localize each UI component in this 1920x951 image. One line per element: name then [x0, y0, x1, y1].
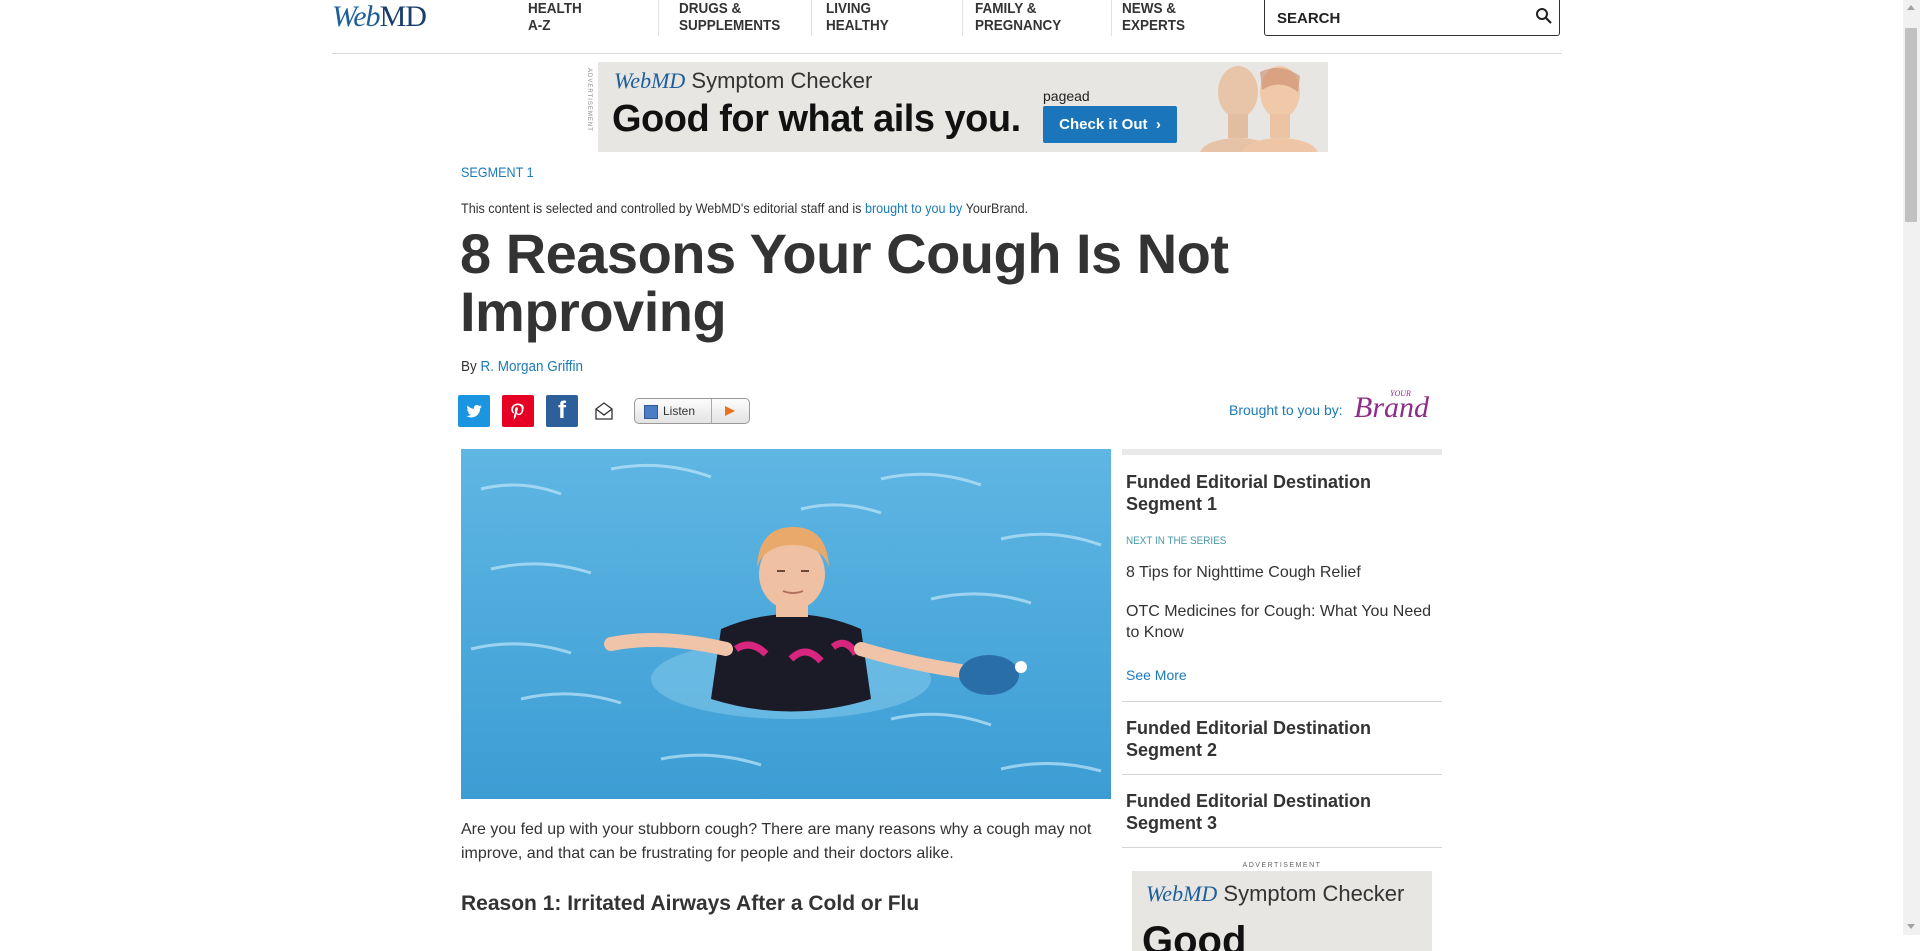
reason-1-heading: Reason 1: Irritated Airways After a Cold…: [461, 892, 920, 915]
listen-button[interactable]: Listen: [634, 398, 750, 424]
divider: [1122, 847, 1442, 848]
sidebar-segment-1[interactable]: Funded Editorial Destination Segment 1: [1126, 471, 1438, 515]
twitter-share-button[interactable]: [458, 395, 490, 427]
see-more-link[interactable]: See More: [1126, 667, 1187, 683]
sidebar-top-bar: [1122, 449, 1442, 455]
search-icon[interactable]: [1535, 7, 1553, 25]
nav-drugs-supplements[interactable]: DRUGS & SUPPLEMENTS: [679, 0, 780, 34]
ad-pagead-text: pagead: [1043, 88, 1090, 104]
sidebar-ad[interactable]: WebMD Symptom Checker Good: [1132, 871, 1432, 951]
search-input[interactable]: [1275, 5, 1519, 31]
article-title: 8 Reasons Your Cough Is Not Improving: [460, 222, 1229, 343]
ad-cta-button[interactable]: Check it Out ›: [1043, 106, 1177, 143]
play-icon: [725, 406, 735, 416]
sidebar-ad-label: ADVERTISEMENT: [1242, 862, 1322, 869]
pinterest-icon: [511, 403, 524, 420]
nav-living-healthy[interactable]: LIVING HEALTHY: [826, 0, 889, 34]
email-icon[interactable]: [594, 402, 614, 420]
nav-family-pregnancy[interactable]: FAMILY & PREGNANCY: [975, 0, 1061, 34]
twitter-icon: [466, 404, 482, 418]
search-box: [1264, 0, 1560, 36]
series-link[interactable]: 8 Tips for Nighttime Cough Relief: [1126, 562, 1438, 583]
byline: By R. Morgan Griffin: [461, 358, 584, 375]
nav-health-a-z[interactable]: HEALTH A-Z: [528, 0, 582, 34]
sponsor-disclaimer: This content is selected and controlled …: [461, 200, 1029, 216]
ad-heads-image: [1200, 66, 1318, 152]
facebook-share-button[interactable]: f: [546, 395, 578, 427]
article-intro: Are you fed up with your stubborn cough?…: [461, 821, 1092, 862]
series-link[interactable]: OTC Medicines for Cough: What You Need t…: [1126, 601, 1438, 643]
next-in-series-label: NEXT IN THE SERIES: [1126, 535, 1227, 547]
brought-to-you-link[interactable]: brought to you by: [865, 200, 962, 216]
segment-label[interactable]: SEGMENT 1: [461, 164, 534, 180]
author-link[interactable]: R. Morgan Griffin: [481, 358, 584, 375]
nav-divider: [811, 0, 812, 36]
pinterest-share-button[interactable]: [502, 395, 534, 427]
scrollbar-thumb[interactable]: [1905, 28, 1917, 222]
ad-headline: Good for what ails you.: [612, 98, 1021, 140]
divider: [1122, 701, 1442, 702]
brought-to-you-label: Brought to you by:: [1229, 402, 1343, 418]
nav-divider: [1111, 0, 1112, 36]
nav-news-experts[interactable]: NEWS & EXPERTS: [1122, 0, 1185, 34]
divider: [1122, 774, 1442, 775]
sidebar-segment-3[interactable]: Funded Editorial Destination Segment 3: [1126, 790, 1438, 834]
sidebar-segment-2[interactable]: Funded Editorial Destination Segment 2: [1126, 717, 1438, 761]
hero-image: [461, 449, 1111, 799]
top-ad-banner[interactable]: WebMD Symptom Checker Good for what ails…: [598, 62, 1328, 152]
ad-label: ADVERTISEMENT: [586, 68, 592, 132]
webmd-logo[interactable]: WebMD: [332, 0, 427, 34]
ad-brand: WebMD Symptom Checker: [614, 68, 873, 93]
facebook-icon: f: [558, 397, 566, 424]
nav-divider: [962, 0, 963, 36]
scroll-down-arrow[interactable]: [1907, 924, 1915, 929]
sponsor-logo[interactable]: YOUR Brand: [1354, 389, 1429, 425]
site-header: WebMD HEALTH A-Z DRUGS & SUPPLEMENTS LIVIN…: [332, 0, 1562, 54]
speaker-icon: [644, 405, 658, 419]
nav-divider: [658, 0, 659, 36]
scroll-up-arrow[interactable]: [1907, 5, 1915, 10]
